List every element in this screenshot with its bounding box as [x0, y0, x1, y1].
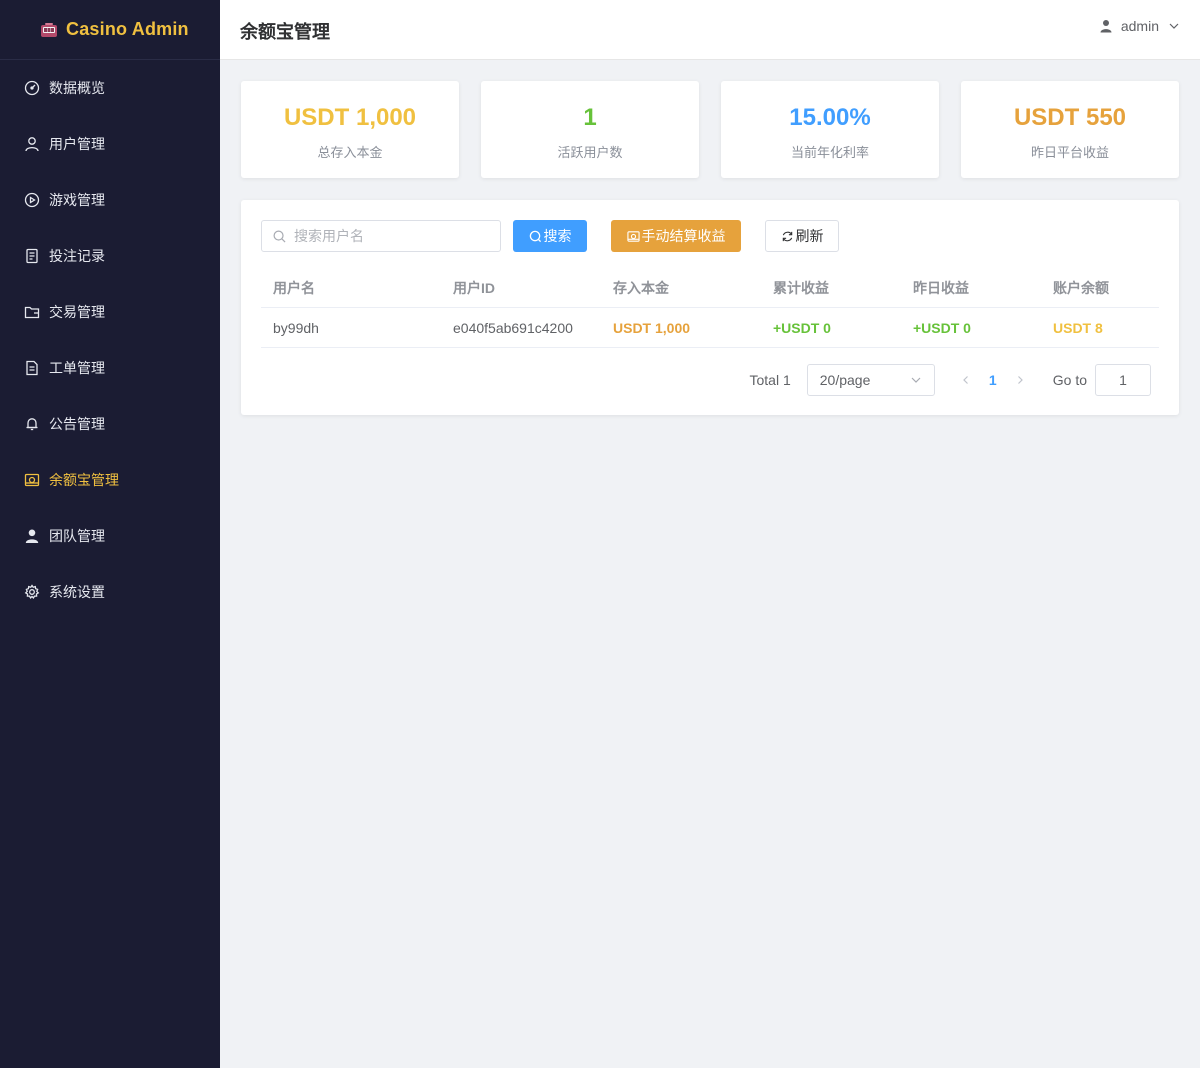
chevron-down-icon	[911, 377, 921, 383]
prev-page-button[interactable]	[955, 375, 977, 385]
dashboard-icon	[24, 80, 40, 96]
app-title: Casino Admin	[66, 19, 189, 39]
chevron-down-icon	[1168, 20, 1180, 32]
chevron-right-icon	[1017, 376, 1023, 384]
toolbar: 搜索 手动结算收益 刷新	[261, 220, 839, 252]
yuebao-table: 用户名 用户ID 存入本金 累计收益 昨日收益 账户余额 by99dh e040…	[261, 268, 1159, 348]
search-button-label: 搜索	[543, 228, 572, 244]
search-box	[261, 220, 501, 252]
refresh-icon	[782, 231, 792, 241]
play-icon	[24, 192, 40, 208]
cell-yesterday-earnings: +USDT 0	[913, 319, 971, 336]
cell-user-id: e040f5ab691c4200	[453, 319, 573, 336]
sidebar-item-label: 用户管理	[49, 136, 105, 152]
sidebar-item-team[interactable]: 团队管理	[0, 508, 220, 564]
page-number-current[interactable]: 1	[977, 372, 1009, 388]
slot-machine-icon	[40, 22, 58, 38]
money-icon	[24, 472, 40, 488]
sidebar-item-label: 交易管理	[49, 304, 105, 320]
pagination-total: Total 1	[749, 372, 791, 388]
sidebar-item-label: 余额宝管理	[49, 472, 119, 488]
ticket-icon	[24, 360, 40, 376]
next-page-button[interactable]	[1009, 375, 1031, 385]
sidebar-item-label: 工单管理	[49, 360, 105, 376]
stat-value: USDT 550	[1013, 104, 1127, 131]
refresh-button-label: 刷新	[795, 228, 824, 244]
sidebar-item-label: 游戏管理	[49, 192, 105, 208]
search-icon	[529, 230, 541, 242]
stat-card-total-principal: USDT 1,000 总存入本金	[241, 81, 459, 178]
stat-card-annual-rate: 15.00% 当前年化利率	[721, 81, 939, 178]
sidebar-item-label: 数据概览	[49, 80, 105, 96]
user-menu[interactable]: admin	[1099, 18, 1180, 34]
sidebar-item-announcements[interactable]: 公告管理	[0, 396, 220, 452]
sidebar-item-settings[interactable]: 系统设置	[0, 564, 220, 620]
user-avatar-icon	[1099, 19, 1113, 33]
cell-total-earnings: +USDT 0	[773, 319, 831, 336]
stat-label: 活跃用户数	[557, 145, 623, 160]
pagination: Total 1 20/page 1 Go to	[749, 364, 1151, 396]
column-header-user-id[interactable]: 用户ID	[441, 278, 601, 298]
page-size-value: 20/page	[819, 372, 871, 388]
sidebar-item-transactions[interactable]: 交易管理	[0, 284, 220, 340]
brand: Casino Admin	[0, 0, 220, 60]
sidebar-item-tickets[interactable]: 工单管理	[0, 340, 220, 396]
column-header-principal[interactable]: 存入本金	[601, 278, 761, 298]
wallet-icon	[24, 304, 40, 320]
page-title: 余额宝管理	[240, 21, 330, 42]
sidebar-item-label: 公告管理	[49, 416, 105, 432]
sidebar-item-label: 系统设置	[49, 584, 105, 600]
cell-principal: USDT 1,000	[613, 319, 691, 336]
search-icon	[273, 230, 286, 242]
gear-icon	[24, 584, 40, 600]
sidebar-item-users[interactable]: 用户管理	[0, 116, 220, 172]
chevron-left-icon	[962, 376, 968, 384]
sidebar-item-games[interactable]: 游戏管理	[0, 172, 220, 228]
column-header-total-earnings[interactable]: 累计收益	[761, 278, 901, 298]
column-header-username[interactable]: 用户名	[261, 278, 441, 298]
stats-row: USDT 1,000 总存入本金 1 活跃用户数 15.00% 当前年化利率 U…	[241, 81, 1179, 178]
user-icon	[24, 136, 40, 152]
sidebar-item-dashboard[interactable]: 数据概览	[0, 60, 220, 116]
refresh-button[interactable]: 刷新	[765, 220, 839, 252]
sidebar-item-label: 投注记录	[49, 248, 105, 264]
goto-label: Go to	[1052, 372, 1087, 388]
manual-settle-button[interactable]: 手动结算收益	[611, 220, 741, 252]
sidebar-item-label: 团队管理	[49, 528, 105, 544]
goto-page-input[interactable]	[1095, 364, 1151, 396]
bell-icon	[24, 416, 40, 432]
sidebar-menu: 数据概览 用户管理 游戏管理 投注记录 交易管理 工单管理 公告管理 余额宝管理…	[0, 60, 220, 620]
column-header-balance[interactable]: 账户余额	[1041, 278, 1159, 298]
yuebao-table-panel: 搜索 手动结算收益 刷新 用户名 用户ID 存入本金 累计收益 昨日收益 账户余…	[241, 200, 1179, 415]
stat-value: USDT 1,000	[283, 104, 417, 131]
search-input[interactable]	[294, 228, 484, 244]
cell-username: by99dh	[273, 319, 319, 336]
stat-card-active-users: 1 活跃用户数	[481, 81, 699, 178]
stat-value: 15.00%	[789, 104, 871, 131]
top-header: 余额宝管理 admin	[220, 0, 1200, 60]
stat-label: 总存入本金	[317, 145, 383, 160]
sidebar-item-bets[interactable]: 投注记录	[0, 228, 220, 284]
stat-label: 当前年化利率	[790, 145, 869, 160]
search-button[interactable]: 搜索	[513, 220, 587, 252]
sidebar-item-yuebao[interactable]: 余额宝管理	[0, 452, 220, 508]
stat-value: 1	[583, 104, 597, 131]
team-icon	[24, 528, 40, 544]
stat-card-yesterday-revenue: USDT 550 昨日平台收益	[961, 81, 1179, 178]
table-header-row: 用户名 用户ID 存入本金 累计收益 昨日收益 账户余额	[261, 268, 1159, 308]
cell-balance: USDT 8	[1053, 319, 1103, 336]
username: admin	[1120, 17, 1159, 34]
table-row[interactable]: by99dh e040f5ab691c4200 USDT 1,000 +USDT…	[261, 308, 1159, 348]
manual-settle-label: 手动结算收益	[641, 228, 726, 244]
money-icon	[626, 230, 640, 242]
stat-label: 昨日平台收益	[1030, 145, 1109, 160]
sidebar: Casino Admin 数据概览 用户管理 游戏管理 投注记录 交易管理 工单…	[0, 0, 220, 1068]
page-size-select[interactable]: 20/page	[806, 364, 935, 396]
column-header-yesterday-earnings[interactable]: 昨日收益	[901, 278, 1041, 298]
document-icon	[24, 248, 40, 264]
